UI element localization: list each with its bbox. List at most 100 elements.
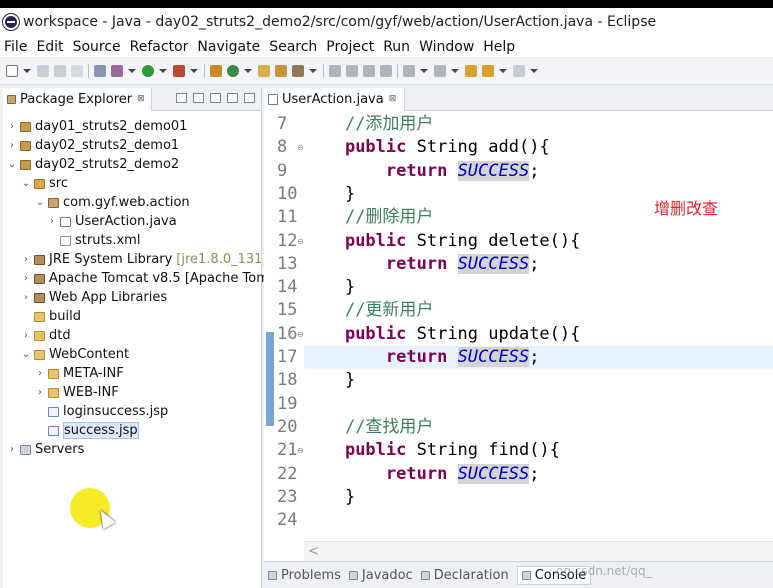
last-edit-icon[interactable] <box>465 65 477 77</box>
menu-window[interactable]: Window <box>419 39 474 55</box>
tree-item[interactable]: › Web App Libraries <box>21 288 167 307</box>
tab-javadoc[interactable]: Javadoc <box>348 568 413 583</box>
chevron-down-icon[interactable]: ⌄ <box>7 159 17 170</box>
word-wrap-icon[interactable] <box>346 65 358 77</box>
collapse-all-icon[interactable] <box>176 93 187 103</box>
toolbar-separator <box>323 64 324 78</box>
tree-item[interactable]: › dtd <box>21 326 71 345</box>
fold-collapse-icon[interactable]: ⊖ <box>297 446 304 455</box>
save-icon[interactable] <box>37 65 49 77</box>
chevron-right-icon[interactable]: › <box>7 121 17 132</box>
back-dropdown-icon[interactable] <box>499 69 507 73</box>
open-type-icon[interactable] <box>258 65 270 77</box>
tree-item[interactable]: build <box>21 307 81 326</box>
chevron-right-icon[interactable]: › <box>21 254 31 265</box>
fold-collapse-icon[interactable]: ⊖ <box>297 237 304 246</box>
menu-search[interactable]: Search <box>269 39 317 55</box>
tab-problems[interactable]: Problems <box>268 568 341 583</box>
tab-package-explorer[interactable]: Package Explorer ⊠ <box>3 87 152 111</box>
menu-edit[interactable]: Edit <box>36 39 63 55</box>
whitespace-icon[interactable] <box>363 65 375 77</box>
forward-icon[interactable] <box>513 65 525 77</box>
tab-useraction-java[interactable]: UserAction.java ⊠ <box>264 87 406 111</box>
chevron-right-icon[interactable]: › <box>7 444 17 455</box>
tree-item[interactable]: › day01_struts2_demo01 <box>7 117 187 136</box>
tree-item[interactable]: › UserAction.java <box>47 212 177 231</box>
tree-item[interactable]: loginsuccess.jsp <box>35 402 168 421</box>
next-annotation-dropdown-icon[interactable] <box>420 69 428 73</box>
previous-annotation-icon[interactable] <box>434 65 446 77</box>
debug-dropdown-icon[interactable] <box>128 69 136 73</box>
code-text: ; <box>529 463 540 484</box>
block-selection-icon[interactable] <box>380 65 392 77</box>
scroll-left-icon[interactable]: < <box>308 544 319 559</box>
bottom-panel-tabbar: Problems Javadoc Declaration Console <box>264 561 773 588</box>
line-number-gutter: 7 8 ⊖ 9 10 11 12 ⊖ 13 14 15 16 ⊖ 17 18 19 20 21 ⊖ 22 23 24 <box>264 111 304 540</box>
new-class-dropdown-icon[interactable] <box>244 69 252 73</box>
print-icon[interactable] <box>71 65 83 77</box>
chevron-right-icon[interactable]: › <box>47 216 57 227</box>
menu-navigate[interactable]: Navigate <box>197 39 260 55</box>
search-icon[interactable] <box>292 65 304 77</box>
skip-breakpoints-icon[interactable] <box>94 65 106 77</box>
new-class-icon[interactable] <box>227 65 239 77</box>
tab-declaration[interactable]: Declaration <box>420 568 509 583</box>
toggle-mark-icon[interactable] <box>329 65 341 77</box>
chevron-right-icon[interactable]: › <box>21 273 31 284</box>
tree-item[interactable]: › Apache Tomcat v8.5 [Apache Tomc <box>21 269 276 288</box>
new-java-project-icon[interactable] <box>210 65 222 77</box>
view-menu-icon[interactable] <box>210 93 221 103</box>
menu-file[interactable]: File <box>4 39 27 55</box>
tree-item[interactable]: success.jsp <box>35 421 139 440</box>
debug-icon[interactable] <box>111 65 123 77</box>
chevron-down-icon[interactable]: ⌄ <box>21 178 31 189</box>
next-annotation-icon[interactable] <box>403 65 415 77</box>
code-area[interactable]: //添加用户 public String add(){ return SUCCE… <box>304 111 773 540</box>
external-tools-dropdown-icon[interactable] <box>190 69 198 73</box>
back-icon[interactable] <box>482 65 494 77</box>
close-icon[interactable]: ⊠ <box>389 94 397 104</box>
chevron-right-icon[interactable]: › <box>21 330 31 341</box>
tree-item[interactable]: › JRE System Library [jre1.8.0_131] <box>21 250 267 269</box>
menu-run[interactable]: Run <box>383 39 410 55</box>
new-dropdown-icon[interactable] <box>23 69 31 73</box>
tree-item[interactable]: struts.xml <box>47 231 140 250</box>
project-icon <box>20 121 31 132</box>
chevron-right-icon[interactable]: › <box>7 140 17 151</box>
external-tools-icon[interactable] <box>173 65 185 77</box>
menu-project[interactable]: Project <box>326 39 374 55</box>
tree-item[interactable]: › META-INF <box>35 364 124 383</box>
run-icon[interactable] <box>142 65 154 77</box>
tree-item[interactable]: › Servers <box>7 440 84 459</box>
menu-source[interactable]: Source <box>73 39 121 55</box>
tree-item[interactable]: ⌄ day02_struts2_demo2 <box>7 155 179 174</box>
menu-refactor[interactable]: Refactor <box>130 39 189 55</box>
chevron-down-icon[interactable]: ⌄ <box>21 349 31 360</box>
fold-collapse-icon[interactable]: ⊖ <box>297 330 304 339</box>
open-task-icon[interactable] <box>275 65 287 77</box>
chevron-right-icon[interactable]: › <box>35 387 45 398</box>
horizontal-scrollbar[interactable]: < <box>304 541 773 561</box>
tree-item[interactable]: ⌄ com.gyf.web.action <box>35 193 190 212</box>
chevron-right-icon[interactable]: › <box>21 292 31 303</box>
forward-dropdown-icon[interactable] <box>530 69 538 73</box>
save-all-icon[interactable] <box>54 65 66 77</box>
java-file-icon <box>268 93 278 105</box>
chevron-down-icon[interactable]: ⌄ <box>35 197 45 208</box>
fold-collapse-icon[interactable]: ⊖ <box>297 143 304 152</box>
tree-item[interactable]: ⌄ src <box>21 174 68 193</box>
minimize-icon[interactable] <box>227 93 238 103</box>
tree-item[interactable]: › day02_struts2_demo1 <box>7 136 179 155</box>
line-number: 22 <box>277 463 298 484</box>
menu-help[interactable]: Help <box>483 39 515 55</box>
chevron-right-icon[interactable]: › <box>35 368 45 379</box>
run-dropdown-icon[interactable] <box>159 69 167 73</box>
close-icon[interactable]: ⊠ <box>137 94 145 104</box>
search-dropdown-icon[interactable] <box>309 69 317 73</box>
previous-annotation-dropdown-icon[interactable] <box>451 69 459 73</box>
tree-item[interactable]: › WEB-INF <box>35 383 119 402</box>
tree-item[interactable]: ⌄ WebContent <box>21 345 129 364</box>
maximize-icon[interactable] <box>244 93 255 103</box>
link-with-editor-icon[interactable] <box>193 93 204 103</box>
new-icon[interactable] <box>6 65 18 77</box>
